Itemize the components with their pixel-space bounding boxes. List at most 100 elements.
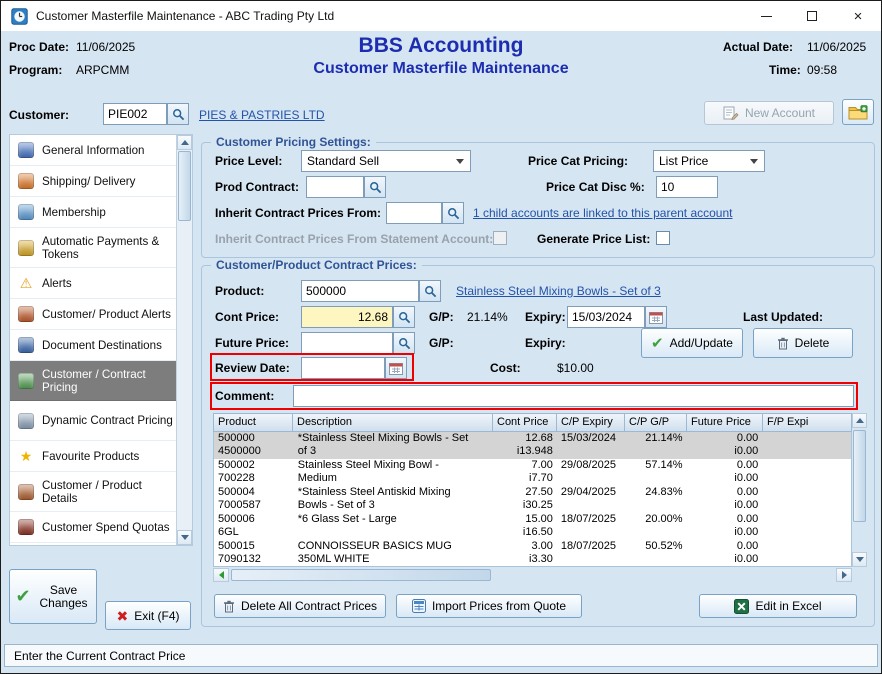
sidebar-items: General InformationShipping/ DeliveryMem… [10,135,176,545]
generate-price-list-checkbox[interactable] [656,231,670,245]
cont-price-label: Cont Price: [215,310,279,324]
product-search-button[interactable] [419,280,441,302]
table-horizontal-scrollbar[interactable] [213,568,852,582]
prod-contract-search-button[interactable] [364,176,386,198]
column-header-cp-expiry[interactable]: C/P Expiry [557,413,625,432]
table-hscroll-track[interactable] [229,568,836,582]
table-row[interactable]: 5000004500000*Stainless Steel Mixing Bow… [214,432,851,459]
import-prices-from-quote-button[interactable]: Import Prices from Quote [396,594,582,618]
sidebar-scroll-down-button[interactable] [177,530,192,545]
add-update-button[interactable]: ✔ Add/Update [641,328,743,358]
table-row[interactable]: 5000157090132CONNOISSEUR BASICS MUG350ML… [214,540,851,567]
column-header-cont-price[interactable]: Cont Price [493,413,557,432]
sidebar-item-automatic-payments-tokens[interactable]: Automatic Payments & Tokens [10,228,176,268]
table-hscroll-thumb[interactable] [231,569,491,581]
table-scroll-up-button[interactable] [852,413,867,428]
exit-button[interactable]: ✖ Exit (F4) [105,601,191,630]
price-cat-pricing-select[interactable]: List Price [653,150,765,172]
excel-icon [734,599,749,614]
save-changes-button[interactable]: ✔ Save Changes [9,569,97,624]
delete-button[interactable]: Delete [753,328,853,358]
expiry-date-input[interactable] [567,306,645,328]
table-row[interactable]: 500002700228Stainless Steel Mixing Bowl … [214,459,851,486]
table-row[interactable]: 5000047000587*Stainless Steel Antiskid M… [214,486,851,513]
favourite-products-star-icon: ★ [18,448,34,464]
table-scroll-right-button[interactable] [836,568,852,582]
cell-cp-expiry: 15/03/2024 [557,432,625,459]
column-header-product[interactable]: Product [213,413,293,432]
sidebar-scroll-thumb[interactable] [178,151,191,221]
column-header-description[interactable]: Description [293,413,493,432]
future-price-search-button[interactable] [393,332,415,354]
app-window: Customer Masterfile Maintenance - ABC Tr… [0,0,882,674]
exit-cross-icon: ✖ [116,609,128,623]
expiry-label: Expiry: [525,310,566,324]
child-accounts-link[interactable]: 1 child accounts are linked to this pare… [473,206,733,220]
sidebar-item-customer-contract-pricing[interactable]: Customer / Contract Pricing [10,361,176,401]
window-title: Customer Masterfile Maintenance - ABC Tr… [36,9,334,23]
sidebar-item-customer-product-alerts[interactable]: Customer/ Product Alerts [10,299,176,330]
cell-future-price: 0.00i0.00 [687,459,763,486]
close-button[interactable]: × [835,1,881,31]
delete-all-contract-prices-button[interactable]: Delete All Contract Prices [214,594,386,618]
minimize-button[interactable] [743,1,789,31]
column-header-fp-expiry[interactable]: F/P Expi [763,413,852,432]
prod-contract-input[interactable] [306,176,364,198]
future-price-input[interactable] [301,332,393,354]
scroll-left-green-icon [219,571,224,579]
sidebar-scroll-up-button[interactable] [177,135,192,150]
sidebar-item-alerts[interactable]: ⚠Alerts [10,268,176,299]
sidebar-item-customer-product-details[interactable]: Customer / Product Details [10,472,176,512]
sidebar-item-dynamic-contract-pricing[interactable]: Dynamic Contract Pricing [10,401,176,441]
customer-spend-quotas-icon [18,519,34,535]
column-header-cp-gp[interactable]: C/P G/P [625,413,687,432]
inherit-from-search-button[interactable] [442,202,464,224]
actual-date-label: Actual Date: [723,40,793,54]
table-vscroll-thumb[interactable] [853,430,866,522]
maximize-button[interactable] [789,1,835,31]
cont-price-input[interactable] [301,306,393,328]
trash-icon [777,337,789,350]
sidebar-item-customer-spend-quotas[interactable]: Customer Spend Quotas [10,512,176,543]
delete-label: Delete [795,336,830,350]
sidebar-item-membership[interactable]: Membership [10,197,176,228]
customer-contract-pricing-icon [18,373,34,389]
sidebar-item-shipping-delivery[interactable]: Shipping/ Delivery [10,166,176,197]
cell-cp-gp: 57.14% [625,459,687,486]
sidebar-item-document-destinations[interactable]: Document Destinations [10,330,176,361]
sidebar-item-favourite-products[interactable]: ★Favourite Products [10,441,176,472]
expiry-calendar-button[interactable] [645,306,667,328]
new-account-button[interactable]: New Account [704,101,834,125]
table-vscroll-track[interactable] [852,428,867,552]
customer-search-button[interactable] [167,103,189,125]
product-name-link[interactable]: Stainless Steel Mixing Bowls - Set of 3 [456,284,661,298]
sidebar-scrollbar[interactable] [176,135,192,545]
price-level-select[interactable]: Standard Sell [301,150,471,172]
price-cat-disc-input[interactable] [656,176,718,198]
customer-label: Customer: [9,108,69,122]
membership-icon [18,204,34,220]
save-changes-label: Save Changes [37,584,91,610]
sidebar-item-label: Automatic Payments & Tokens [42,235,174,261]
review-date-input[interactable] [301,357,385,379]
customer-code-input[interactable] [103,103,167,125]
scroll-right-icon [842,571,847,579]
open-folder-button[interactable] [842,99,874,125]
sidebar-scroll-track[interactable] [177,150,192,530]
search-icon [398,337,411,350]
cell-future-price: 0.00i0.00 [687,486,763,513]
table-scroll-left-button[interactable] [213,568,229,582]
column-header-future-price[interactable]: Future Price [687,413,763,432]
review-date-calendar-button[interactable] [385,357,407,379]
customer-name-link[interactable]: PIES & PASTRIES LTD [199,108,325,122]
edit-in-excel-button[interactable]: Edit in Excel [699,594,857,618]
table-row[interactable]: 5000066GL*6 Glass Set - Large 15.00i16.5… [214,513,851,540]
inherit-statement-account-checkbox[interactable] [493,231,507,245]
inherit-contract-prices-from-input[interactable] [386,202,442,224]
sidebar-item-general-information[interactable]: General Information [10,135,176,166]
table-vertical-scrollbar[interactable] [852,413,867,567]
cont-price-search-button[interactable] [393,306,415,328]
comment-input[interactable] [293,385,854,407]
product-code-input[interactable] [301,280,419,302]
table-scroll-down-button[interactable] [852,552,867,567]
